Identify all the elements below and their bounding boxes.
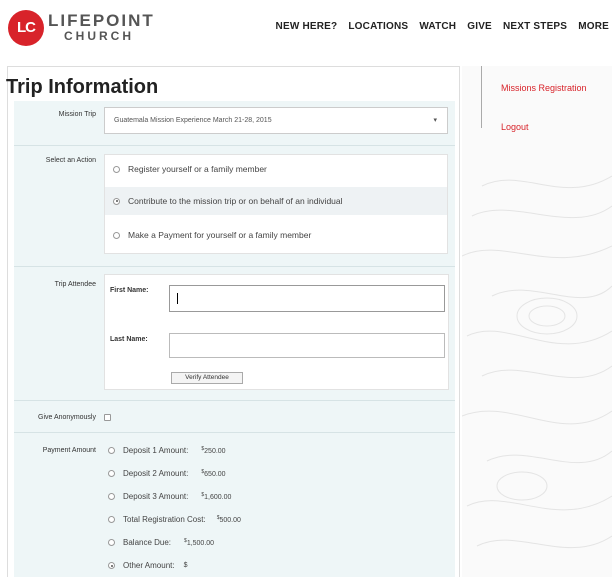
last-name-input[interactable] <box>169 333 445 358</box>
payment-option-other-amount[interactable]: Other Amount: $ <box>108 561 188 570</box>
payment-option-label: Deposit 3 Amount: <box>123 492 189 501</box>
nav-more[interactable]: MORE <box>578 21 609 32</box>
attendee-panel: First Name: Last Name: Verify Attendee <box>104 274 449 390</box>
radio-button[interactable] <box>113 165 120 173</box>
action-option-contribute[interactable]: Contribute to the mission trip or on beh… <box>105 187 447 215</box>
sidebar-logout-link[interactable]: Logout <box>501 122 529 132</box>
action-option-label: Register yourself or a family member <box>128 164 267 174</box>
radio-button[interactable] <box>108 516 115 523</box>
site-header: LC LIFEPOINT CHURCH NEW HERE? LOCATIONS … <box>0 0 612 58</box>
give-anonymously-label: Give Anonymously <box>38 414 96 421</box>
divider <box>14 266 455 267</box>
payment-option-amount: $500.00 <box>216 515 241 524</box>
right-sidebar <box>462 66 612 577</box>
radio-button-selected[interactable] <box>108 562 115 569</box>
first-name-input[interactable] <box>169 285 445 312</box>
payment-option-amount: $650.00 <box>201 469 226 478</box>
logo-name[interactable]: LIFEPOINT <box>48 11 155 31</box>
payment-amount-label: Payment Amount <box>42 447 96 454</box>
payment-option-label: Deposit 1 Amount: <box>123 446 189 455</box>
payment-option-deposit-3[interactable]: Deposit 3 Amount: $1,600.00 <box>108 492 231 501</box>
mission-trip-label: Mission Trip <box>58 111 96 118</box>
payment-option-label: Total Registration Cost: <box>123 515 206 524</box>
payment-option-amount: $ <box>183 562 188 569</box>
main-nav: NEW HERE? LOCATIONS WATCH GIVE NEXT STEP… <box>276 21 609 32</box>
radio-button[interactable] <box>108 539 115 546</box>
nav-next-steps[interactable]: NEXT STEPS <box>503 21 567 32</box>
divider <box>14 145 455 146</box>
radio-button[interactable] <box>113 231 120 239</box>
payment-option-label: Deposit 2 Amount: <box>123 469 189 478</box>
nav-new-here[interactable]: NEW HERE? <box>276 21 338 32</box>
mission-trip-select[interactable]: Guatemala Mission Experience March 21-28… <box>104 107 448 134</box>
sidebar-divider <box>481 66 482 128</box>
action-option-payment[interactable]: Make a Payment for yourself or a family … <box>113 230 311 240</box>
give-anonymously-checkbox[interactable] <box>104 414 111 421</box>
first-name-label: First Name: <box>110 287 149 294</box>
topo-pattern <box>462 175 612 549</box>
payment-option-amount: $1,500.00 <box>184 538 215 547</box>
verify-attendee-button[interactable]: Verify Attendee <box>171 372 243 384</box>
payment-option-label: Other Amount: <box>123 561 175 570</box>
action-option-label: Make a Payment for yourself or a family … <box>128 230 312 240</box>
nav-give[interactable]: GIVE <box>467 21 492 32</box>
chevron-down-icon: ▾ <box>433 117 437 124</box>
select-action-label: Select an Action <box>45 157 96 164</box>
payment-option-amount: $1,600.00 <box>201 492 232 501</box>
sidebar-missions-registration-link[interactable]: Missions Registration <box>501 83 587 93</box>
trip-attendee-label: Trip Attendee <box>54 281 96 288</box>
radio-button[interactable] <box>108 447 115 454</box>
payment-option-label: Balance Due: <box>123 538 172 547</box>
logo-badge[interactable]: LC <box>8 10 44 46</box>
payment-option-balance-due[interactable]: Balance Due: $1,500.00 <box>108 538 214 547</box>
nav-locations[interactable]: LOCATIONS <box>348 21 408 32</box>
payment-option-total-registration[interactable]: Total Registration Cost: $500.00 <box>108 515 241 524</box>
page-title: Trip Information <box>6 76 159 98</box>
divider <box>14 400 455 401</box>
text-cursor <box>177 293 178 304</box>
payment-option-amount: $250.00 <box>201 446 226 455</box>
action-option-register[interactable]: Register yourself or a family member <box>113 164 267 174</box>
divider <box>14 432 455 433</box>
radio-button[interactable] <box>108 493 115 500</box>
payment-option-deposit-1[interactable]: Deposit 1 Amount: $250.00 <box>108 446 226 455</box>
payment-option-deposit-2[interactable]: Deposit 2 Amount: $650.00 <box>108 469 226 478</box>
last-name-label: Last Name: <box>110 336 148 343</box>
radio-button-selected[interactable] <box>113 197 120 205</box>
logo-subname[interactable]: CHURCH <box>64 29 134 43</box>
action-options: Register yourself or a family member Con… <box>104 154 448 254</box>
nav-watch[interactable]: WATCH <box>419 21 456 32</box>
mission-trip-selected-value: Guatemala Mission Experience March 21-28… <box>114 117 272 124</box>
action-option-label: Contribute to the mission trip or on beh… <box>128 196 343 206</box>
radio-button[interactable] <box>108 470 115 477</box>
